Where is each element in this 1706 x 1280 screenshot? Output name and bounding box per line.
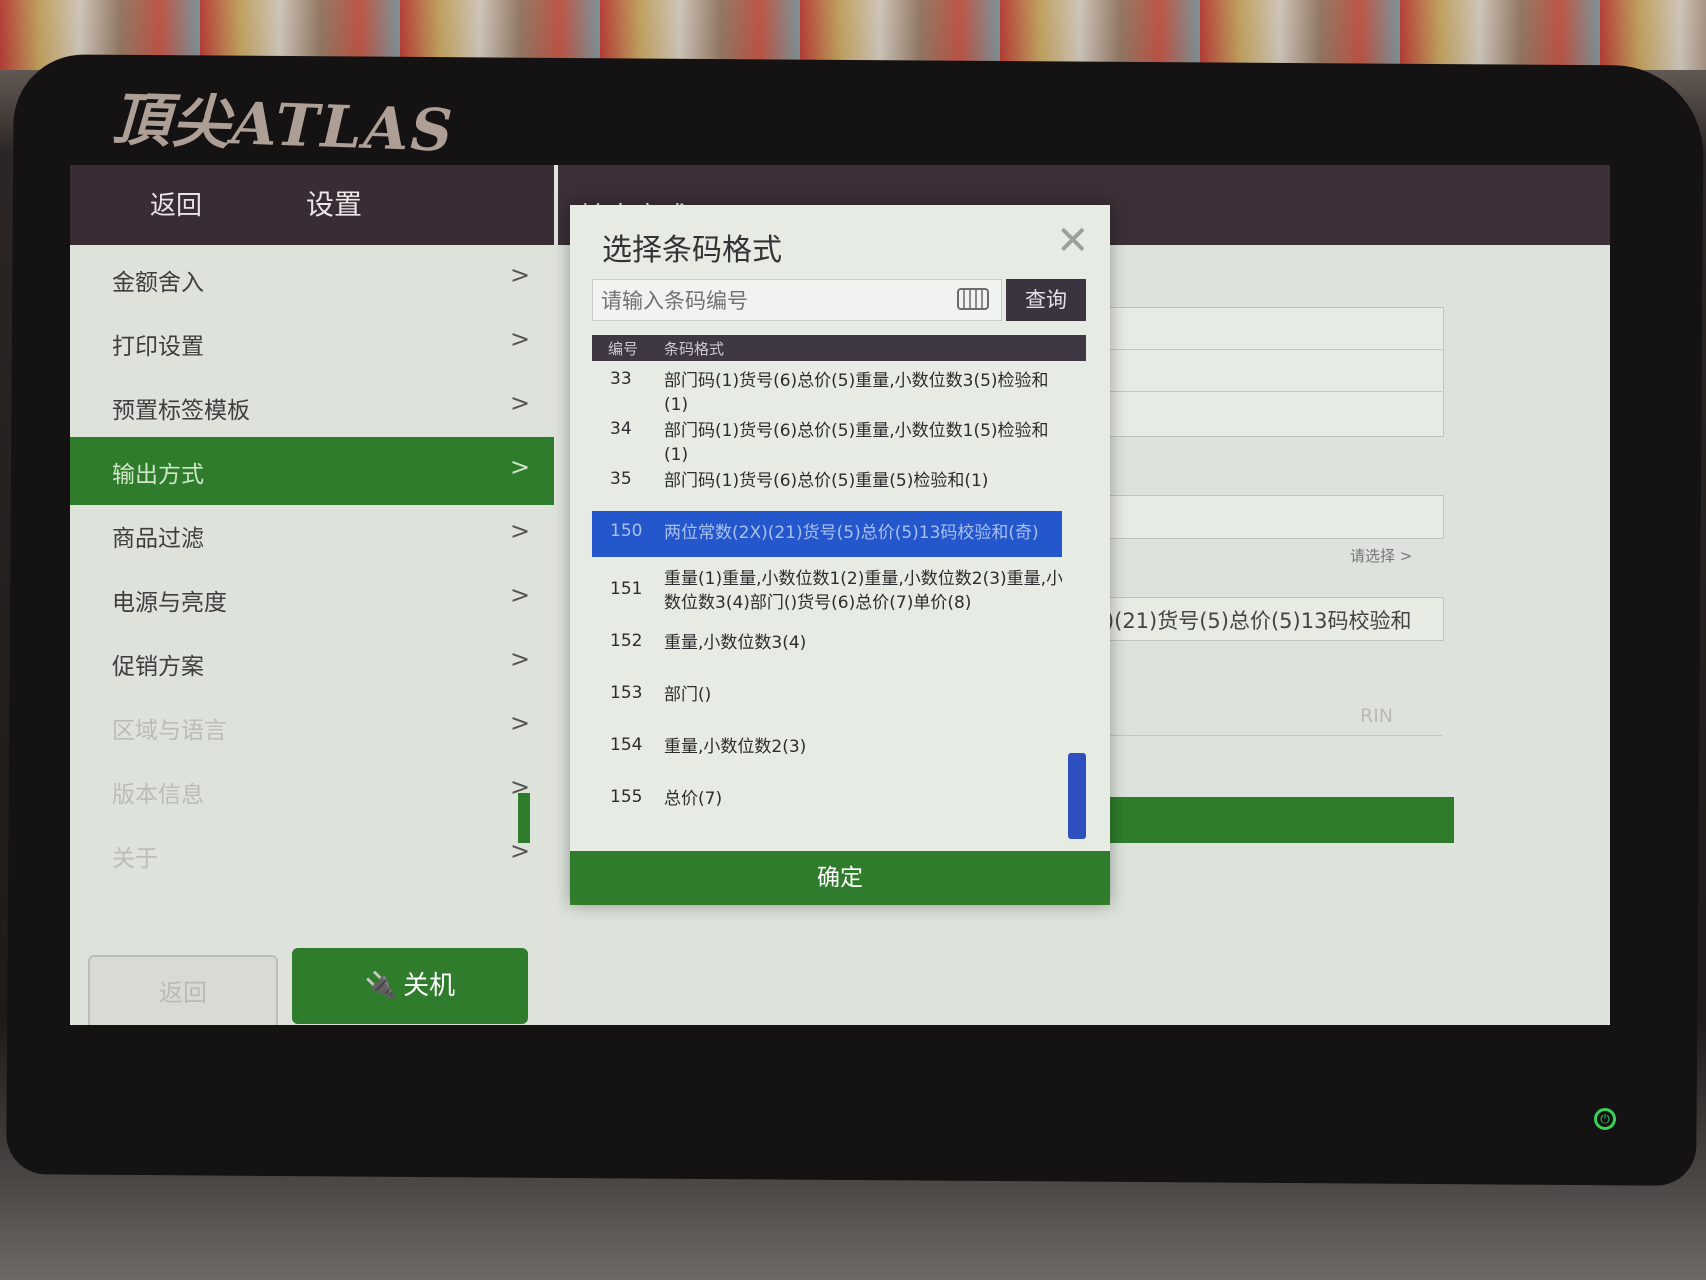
list-item[interactable]: 153 部门() — [592, 683, 1062, 723]
sidebar-item-label: 关于 — [112, 846, 158, 872]
row-format: 重量,小数位数3(4) — [664, 633, 807, 653]
save-bar-left-edge — [518, 793, 530, 843]
close-icon[interactable]: ✕ — [1056, 221, 1090, 261]
row-number: 155 — [610, 787, 643, 807]
shutdown-label: 关机 — [403, 971, 456, 1001]
row-format: 部门码(1)货号(6)总价(5)重量,小数位数1(5)检验和(1) — [664, 421, 1049, 465]
return-button[interactable]: 返回 — [88, 955, 278, 1025]
save-bar[interactable] — [1058, 797, 1454, 843]
row-format: 重量(1)重量,小数位数1(2)重量,小数位数2(3)重量,小数位数3(4)部门… — [664, 569, 1062, 613]
column-header-number: 编号 — [608, 340, 639, 358]
sidebar-item-label: 打印设置 — [112, 334, 204, 360]
barcode-format-dialog: 选择条码格式 ✕ 查询 编号 条码格式 33 部门码(1)货号(6)总价(5)重… — [570, 205, 1110, 905]
sidebar-item-label: 电源与亮度 — [112, 590, 227, 616]
plug-icon: 🔌 — [364, 971, 398, 1001]
barcode-format-value: (2X)(21)货号(5)总价(5)13码校验和 — [1070, 609, 1412, 633]
divider — [1058, 735, 1442, 736]
sidebar-item-label: 输出方式 — [112, 462, 204, 488]
back-button[interactable]: 返回 — [150, 185, 202, 222]
settings-sidebar: 金额舍入 > 打印设置 > 预置标签模板 > 输出方式 > 商品过滤 > 电源与… — [70, 245, 554, 1025]
query-button[interactable]: 查询 — [1006, 279, 1086, 321]
chevron-right-icon: > — [510, 517, 531, 545]
touch-screen: 返回 设置 输出方式 金额舍入 > 打印设置 > 预置标签模板 > 输出方式 >… — [70, 165, 1610, 1025]
rin-select-value[interactable]: RIN — [1360, 705, 1393, 727]
sidebar-item-label: 预置标签模板 — [112, 398, 250, 424]
list-item[interactable]: 34 部门码(1)货号(6)总价(5)重量,小数位数1(5)检验和(1) — [592, 419, 1062, 465]
page-title: 设置 — [306, 188, 363, 221]
row-format: 部门码(1)货号(6)总价(5)重量(5)检验和(1) — [664, 471, 989, 491]
settings-group-box — [1058, 307, 1444, 437]
sidebar-item-label: 版本信息 — [112, 782, 204, 808]
barcode-format-list: 33 部门码(1)货号(6)总价(5)重量,小数位数3(5)检验和(1) 34 … — [592, 361, 1062, 831]
power-indicator-icon: ⏻ — [1594, 1108, 1616, 1130]
sidebar-item-rounding[interactable]: 金额舍入 > — [70, 245, 554, 313]
barcode-search-input[interactable] — [599, 284, 953, 318]
row-number: 154 — [610, 735, 643, 755]
sidebar-item-label: 金额舍入 — [112, 270, 204, 296]
row-number: 153 — [610, 683, 643, 703]
sidebar-item-label: 区域与语言 — [112, 718, 227, 744]
sidebar-item-language[interactable]: 区域与语言 > — [70, 693, 554, 761]
list-item[interactable]: 152 重量,小数位数3(4) — [592, 631, 1062, 671]
brand-logo: 頂尖ATLAS — [110, 85, 456, 165]
chevron-right-icon: > — [510, 645, 531, 673]
sidebar-item-print[interactable]: 打印设置 > — [70, 309, 554, 377]
row-number: 34 — [610, 419, 632, 439]
sidebar-item-about[interactable]: 关于 > — [70, 821, 554, 889]
row-format: 部门码(1)货号(6)总价(5)重量,小数位数3(5)检验和(1) — [664, 371, 1049, 415]
scrollbar-thumb[interactable] — [1068, 753, 1086, 839]
please-select-text: 请选择 > — [1350, 547, 1413, 565]
list-item[interactable]: 155 总价(7) — [592, 787, 1062, 827]
row-format: 部门() — [664, 685, 712, 705]
select-field[interactable] — [1058, 495, 1444, 539]
divider — [1058, 349, 1442, 350]
sidebar-item-label-template[interactable]: 预置标签模板 > — [70, 373, 554, 441]
row-number: 151 — [610, 579, 643, 599]
list-header: 编号 条码格式 — [592, 335, 1086, 361]
sidebar-item-version[interactable]: 版本信息 > — [70, 757, 554, 825]
list-item[interactable]: 35 部门码(1)货号(6)总价(5)重量(5)检验和(1) — [592, 469, 1062, 513]
row-format: 重量,小数位数2(3) — [664, 737, 807, 757]
row-number: 33 — [610, 369, 632, 389]
row-number: 35 — [610, 469, 632, 489]
chevron-right-icon: > — [510, 261, 531, 289]
confirm-button[interactable]: 确定 — [570, 851, 1110, 905]
keyboard-icon[interactable] — [957, 288, 989, 310]
chevron-right-icon: > — [510, 453, 531, 481]
sidebar-item-label: 商品过滤 — [112, 526, 204, 552]
row-format: 总价(7) — [664, 789, 723, 809]
sidebar-item-label: 促销方案 — [112, 654, 204, 680]
sidebar-item-power[interactable]: 电源与亮度 > — [70, 565, 554, 633]
divider — [1058, 391, 1442, 392]
row-number: 152 — [610, 631, 643, 651]
list-item-selected[interactable]: 150 两位常数(2X)(21)货号(5)总价(5)13码校验和(奇) — [592, 511, 1062, 557]
dialog-title: 选择条码格式 — [602, 233, 782, 268]
column-header-format: 条码格式 — [664, 340, 725, 358]
list-item[interactable]: 33 部门码(1)货号(6)总价(5)重量,小数位数3(5)检验和(1) — [592, 369, 1062, 415]
sidebar-item-promotion[interactable]: 促销方案 > — [70, 629, 554, 697]
chevron-right-icon: > — [510, 325, 531, 353]
list-item[interactable]: 151 重量(1)重量,小数位数1(2)重量,小数位数2(3)重量,小数位数3(… — [592, 567, 1062, 619]
chevron-right-icon: > — [510, 709, 531, 737]
list-item[interactable]: 154 重量,小数位数2(3) — [592, 735, 1062, 775]
chevron-right-icon: > — [510, 581, 531, 609]
shutdown-button[interactable]: 🔌 关机 — [292, 948, 528, 1024]
row-format: 两位常数(2X)(21)货号(5)总价(5)13码校验和(奇) — [664, 523, 1039, 543]
row-number: 150 — [610, 521, 643, 541]
sidebar-item-filter[interactable]: 商品过滤 > — [70, 501, 554, 569]
chevron-right-icon: > — [510, 389, 531, 417]
settings-header: 返回 设置 — [70, 165, 554, 245]
sidebar-item-output[interactable]: 输出方式 > — [70, 437, 554, 505]
search-box — [592, 279, 1002, 321]
